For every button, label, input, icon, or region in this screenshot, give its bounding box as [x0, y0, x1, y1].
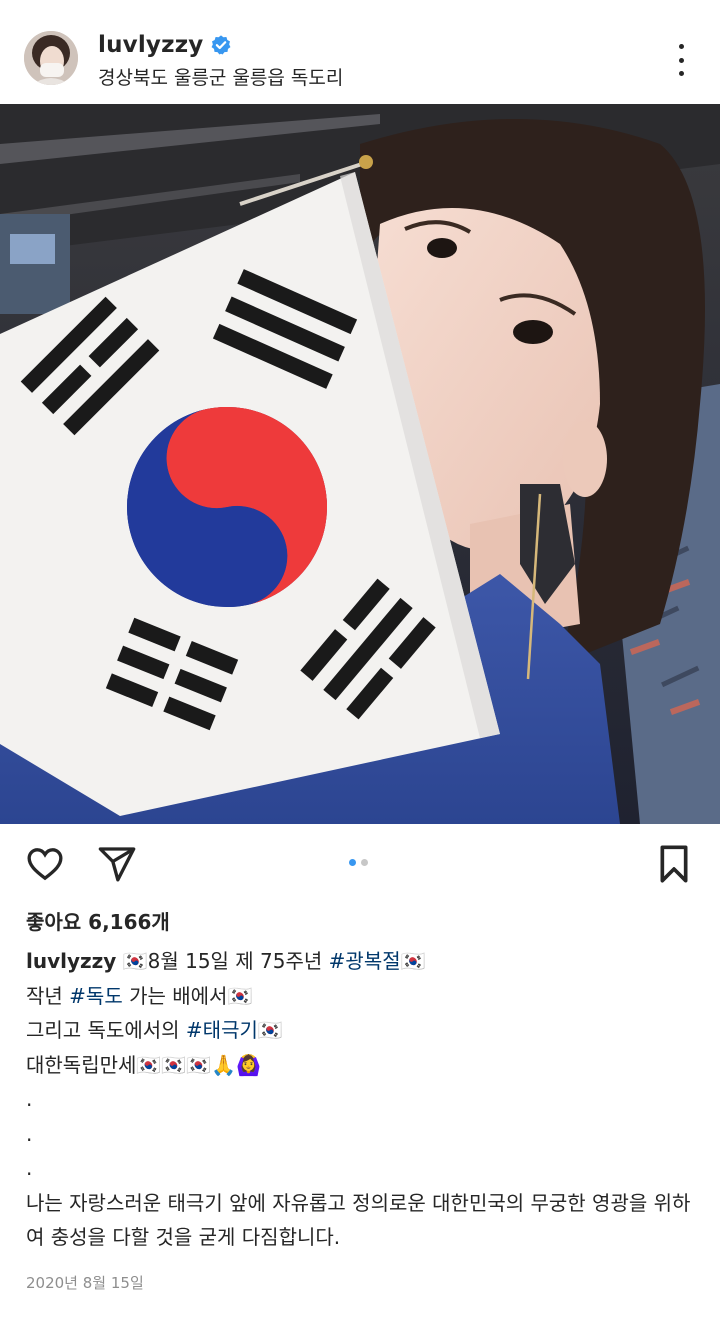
hashtag-link[interactable]: #태극기 — [186, 1018, 258, 1042]
caption: luvlyzzy 🇰🇷8월 15일 제 75주년 #광복절🇰🇷 작년 #독도 가… — [26, 944, 696, 1255]
caption-text: 8월 15일 제 75주년 — [147, 949, 329, 973]
hashtag-link[interactable]: #광복절 — [329, 949, 401, 973]
caption-text: 작년 — [26, 983, 70, 1008]
carousel-dot — [361, 859, 368, 866]
caption-line: 작년 #독도 가는 배에서🇰🇷 — [26, 979, 696, 1014]
caption-paragraph: 나는 자랑스러운 태극기 앞에 자유롭고 정의로운 대한민국의 무궁한 영광을 … — [26, 1190, 691, 1250]
bookmark-icon[interactable] — [656, 844, 692, 884]
woman-emoji: 🙆‍♀️ — [236, 1052, 261, 1077]
caption-text: 가는 배에서 — [122, 983, 228, 1008]
korean-flag-emoji: 🇰🇷 — [227, 983, 253, 1008]
caption-line: 그리고 독도에서의 #태극기🇰🇷 — [26, 1013, 696, 1048]
post-timestamp: 2020년 8월 15일 — [26, 1274, 144, 1292]
caption-dot-line: . — [26, 1121, 33, 1146]
user-block: luvlyzzy 경상북도 울릉군 울릉읍 독도리 — [98, 30, 343, 90]
likes-count[interactable]: 좋아요 6,166개 — [26, 906, 170, 935]
carousel-indicator — [349, 859, 368, 866]
caption-line: 대한독립만세🇰🇷🇰🇷🇰🇷🙏🙆‍♀️ — [26, 1048, 696, 1083]
caption-username[interactable]: luvlyzzy — [26, 949, 116, 973]
send-icon[interactable] — [96, 844, 138, 884]
caption-dot-line: . — [26, 1087, 33, 1111]
heart-icon[interactable] — [24, 844, 66, 884]
caption-dot-line: . — [26, 1156, 33, 1180]
more-options-icon[interactable] — [666, 40, 696, 80]
post-photo[interactable] — [0, 104, 720, 824]
korean-flag-emoji: 🇰🇷 — [400, 949, 426, 973]
caption-line: luvlyzzy 🇰🇷8월 15일 제 75주년 #광복절🇰🇷 — [26, 944, 696, 979]
avatar[interactable] — [24, 31, 78, 85]
caption-text: 대한독립만세 — [26, 1052, 137, 1077]
korean-flag-emoji: 🇰🇷 — [257, 1018, 283, 1042]
caption-text: 그리고 독도에서의 — [26, 1018, 186, 1042]
korean-flag-emoji: 🇰🇷🇰🇷🇰🇷 — [136, 1052, 212, 1077]
post-header: luvlyzzy 경상북도 울릉군 울릉읍 독도리 — [0, 0, 720, 104]
verified-badge-icon — [211, 35, 230, 55]
carousel-dot-active — [349, 859, 356, 866]
hashtag-link[interactable]: #독도 — [69, 984, 123, 1008]
korean-flag-emoji: 🇰🇷 — [122, 949, 148, 973]
praying-hands-emoji: 🙏 — [211, 1052, 237, 1077]
username[interactable]: luvlyzzy — [98, 32, 204, 58]
location[interactable]: 경상북도 울릉군 울릉읍 독도리 — [98, 63, 343, 90]
